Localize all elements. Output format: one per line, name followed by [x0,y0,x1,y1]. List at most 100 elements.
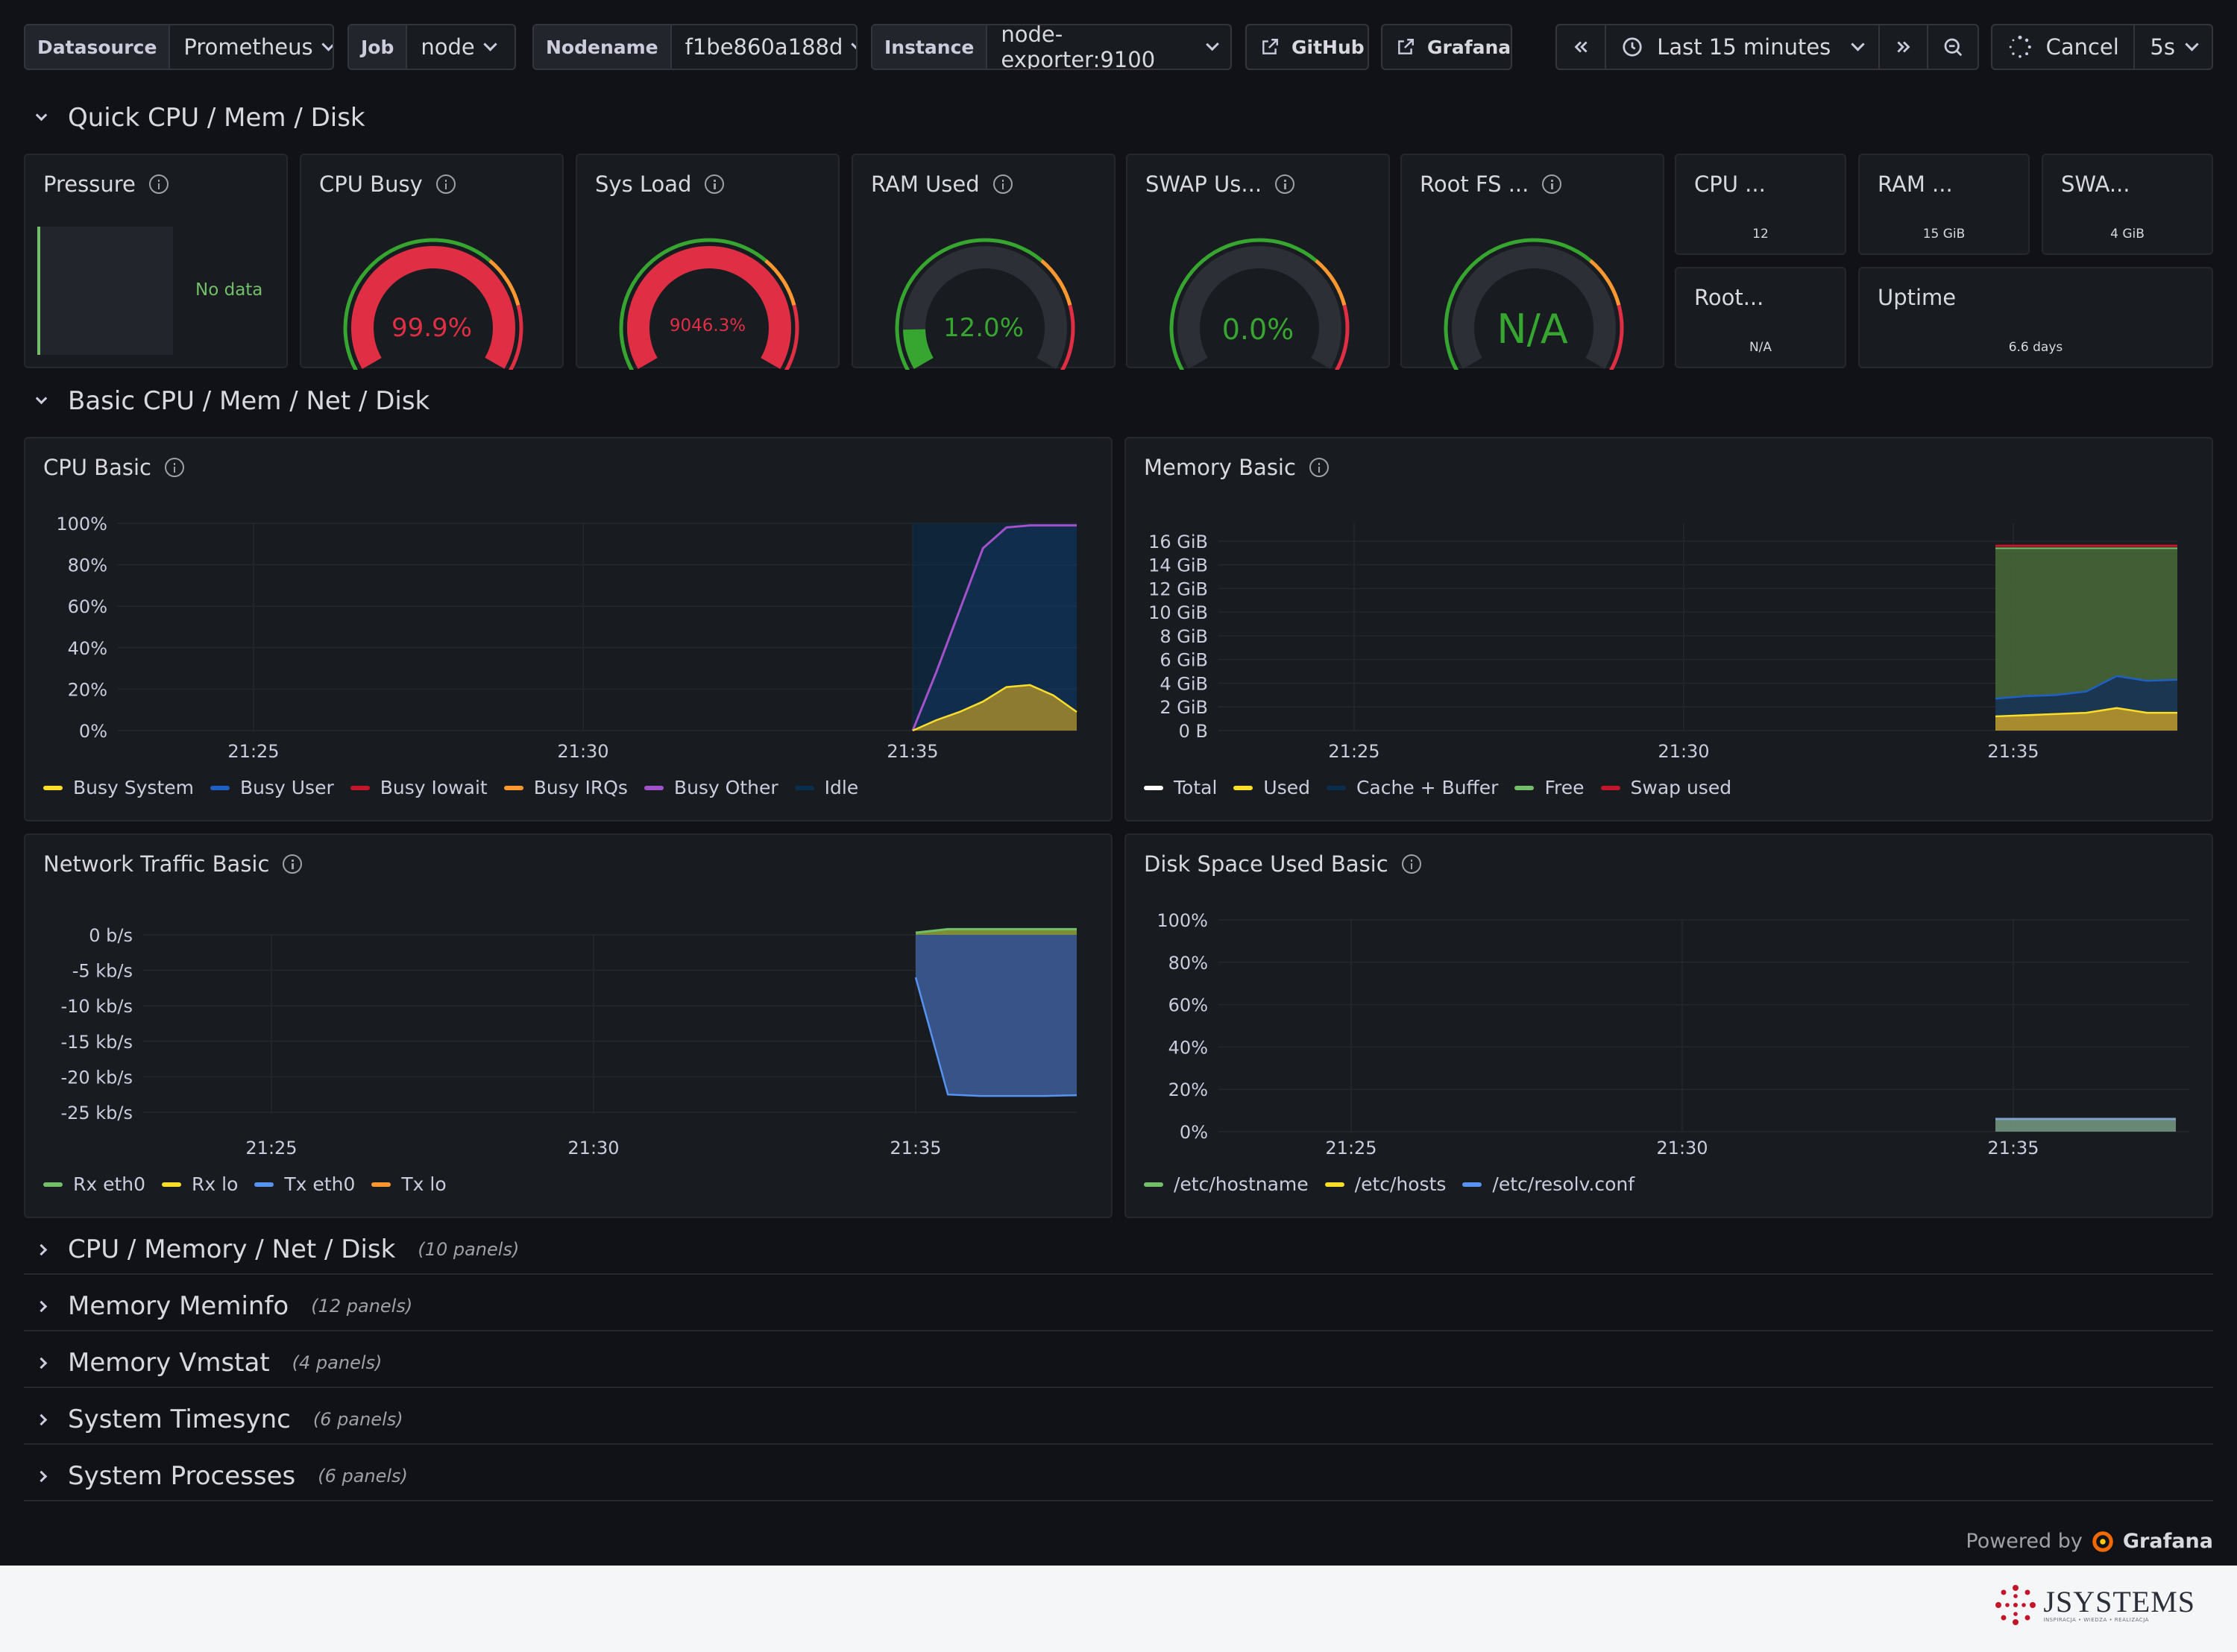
panel-disk-basic[interactable]: Disk Space Used Basic 100% 80% 60% 40% 20% 0%… [1124,833,2213,1218]
panel-cpu-cores[interactable]: CPU ... 12 [1675,154,1846,255]
network-basic-chart[interactable]: 0 b/s -5 kb/s -10 kb/s -15 kb/s -20 kb/s -25 … [25,835,1114,1220]
panel-swap-used[interactable]: SWAP Us... 0.0% [1126,154,1390,370]
y-tick-label: 8 GiB [1160,626,1208,647]
row-memory-vmstat[interactable]: Memory Vmstat (4 panels) [35,1348,382,1378]
panel-uptime[interactable]: Uptime 6.6 days [1858,267,2213,368]
panel-swap-total[interactable]: SWA... 4 GiB [2042,154,2213,255]
chevron-right-icon [35,1243,48,1255]
row-system-timesync[interactable]: System Timesync (6 panels) [35,1404,403,1434]
legend-item[interactable]: Used [1233,777,1310,798]
legend-item[interactable]: Busy Other [644,777,778,798]
jsystems-text: JSYSTEMS [2043,1585,2195,1618]
time-range-picker[interactable]: Last 15 minutes [1606,25,1880,69]
y-tick-label: 60% [68,596,107,617]
legend-item[interactable]: /etc/hostname [1144,1173,1309,1195]
powered-by-grafana[interactable]: Powered by Grafana [1966,1530,2213,1553]
row-memory-meminfo[interactable]: Memory Meminfo (12 panels) [35,1291,412,1321]
legend-item[interactable]: /etc/resolv.conf [1462,1173,1635,1195]
legend-label: Tx lo [401,1173,447,1195]
x-tick-label: 21:25 [1325,1138,1377,1158]
legend-label: Free [1544,777,1585,798]
cpu-basic-chart[interactable]: 100% 80% 60% 40% 20% 0% 21:25 21:30 21:35 [25,438,1114,823]
memory-basic-legend: Total Used Cache + Buffer Free Swap used [1144,777,1731,798]
legend-item[interactable]: /etc/hosts [1324,1173,1446,1195]
instance-variable[interactable]: Instance node-exporter:9100 [871,24,1232,70]
legend-swatch [1600,785,1620,790]
row-basic-cpu-mem-net-disk[interactable]: Basic CPU / Mem / Net / Disk [35,386,430,416]
legend-item[interactable]: Idle [794,777,859,798]
row-system-processes[interactable]: System Processes (6 panels) [35,1461,408,1491]
panel-sys-load[interactable]: Sys Load 9046.3% [576,154,840,370]
nodename-variable[interactable]: Nodename f1be860a188d [532,24,858,70]
legend-swatch [43,1182,63,1187]
legend-item[interactable]: Rx lo [162,1173,238,1195]
y-tick-label: 80% [1168,953,1208,974]
panel-ram-used[interactable]: RAM Used 12.0% [852,154,1116,370]
legend-item[interactable]: Rx eth0 [43,1173,145,1195]
powered-by-text: Powered by [1966,1530,2083,1553]
row-panel-count: (6 panels) [318,1466,408,1487]
time-shift-forward-button[interactable] [1880,25,1929,69]
row-divider [24,1443,2213,1445]
legend-item[interactable]: Tx eth0 [254,1173,355,1195]
external-link-icon [1398,39,1414,54]
legend-item[interactable]: Tx lo [371,1173,447,1195]
legend-item[interactable]: Total [1144,777,1217,798]
panel-network-basic[interactable]: Network Traffic Basic 0 b/s -5 kb/s -10 kb… [24,833,1113,1218]
github-link[interactable]: GitHub [1245,24,1369,70]
y-tick-label: 20% [68,679,107,700]
zoom-out-button[interactable] [1928,25,1978,69]
row-title: Memory Vmstat [68,1348,270,1378]
panel-title: SWA... [2061,171,2130,197]
panel-root-fs[interactable]: Root FS ... N/A [1400,154,1664,370]
datasource-value: Prometheus [183,34,313,60]
panel-memory-basic[interactable]: Memory Basic 16 GiB 14 GiB 12 GiB 10 GiB 8 G… [1124,437,2213,822]
legend-item[interactable]: Busy User [210,777,334,798]
grafana-link[interactable]: Grafana [1381,24,1512,70]
job-variable[interactable]: Job node [347,24,516,70]
legend-item[interactable]: Swap used [1600,777,1731,798]
panel-ram-total[interactable]: RAM ... 15 GiB [1858,154,2030,255]
panel-root-total[interactable]: Root... N/A [1675,267,1846,368]
legend-swatch [254,1182,274,1187]
legend-item[interactable]: Cache + Buffer [1326,777,1498,798]
instance-value: node-exporter:9100 [1001,24,1156,70]
nodename-label: Nodename [534,25,672,69]
legend-label: Busy Iowait [380,777,488,798]
legend-label: Used [1263,777,1310,798]
disk-basic-chart[interactable]: 100% 80% 60% 40% 20% 0% 21:25 21:30 21:35 [1126,835,2215,1220]
row-panel-count: (6 panels) [312,1409,403,1430]
legend-label: Busy Other [673,777,778,798]
legend-item[interactable]: Free [1514,777,1585,798]
row-title: Memory Meminfo [68,1291,289,1321]
chevron-down-icon [35,109,48,122]
time-shift-back-button[interactable] [1557,25,1606,69]
row-cpu-memory-net-disk[interactable]: CPU / Memory / Net / Disk (10 panels) [35,1235,520,1264]
legend-label: /etc/hostname [1174,1173,1309,1195]
stat-value: 6.6 days [2008,340,2063,355]
y-tick-label: 16 GiB [1148,532,1208,552]
panel-title: CPU ... [1694,171,1766,197]
row-panel-count: (10 panels) [418,1239,520,1260]
panel-pressure[interactable]: Pressure No data [24,154,288,368]
legend-item[interactable]: Busy Iowait [350,777,488,798]
panel-cpu-busy[interactable]: CPU Busy 99.9% [300,154,564,370]
datasource-picker[interactable]: Datasource Prometheus [24,24,334,70]
cancel-refresh-button[interactable]: Cancel [1992,25,2136,69]
panel-title: Root... [1694,285,1764,310]
refresh-interval-picker[interactable]: 5s [2135,25,2212,69]
row-divider [24,1330,2213,1331]
row-quick-cpu-mem-disk[interactable]: Quick CPU / Mem / Disk [35,103,365,133]
jsystems-logo: JSYSTEMS INSPIRACJA • WIEDZA • REALIZACJ… [1994,1583,2195,1627]
memory-basic-chart[interactable]: 16 GiB 14 GiB12 GiB 10 GiB 8 GiB 6 GiB4 GiB 2… [1126,438,2215,823]
y-tick-label: 60% [1168,995,1208,1016]
clock-icon [1623,37,1642,57]
x-tick-label: 21:35 [1987,1138,2039,1158]
panel-cpu-basic[interactable]: CPU Basic 100% 80% 60% 40% 20% 0% 21:25 21:30 21… [24,437,1113,822]
legend-item[interactable]: Busy IRQs [503,777,628,798]
legend-swatch [43,785,63,790]
legend-label: Idle [824,777,859,798]
legend-label: Total [1174,777,1218,798]
legend-label: Busy IRQs [533,777,628,798]
legend-item[interactable]: Busy System [43,777,194,798]
